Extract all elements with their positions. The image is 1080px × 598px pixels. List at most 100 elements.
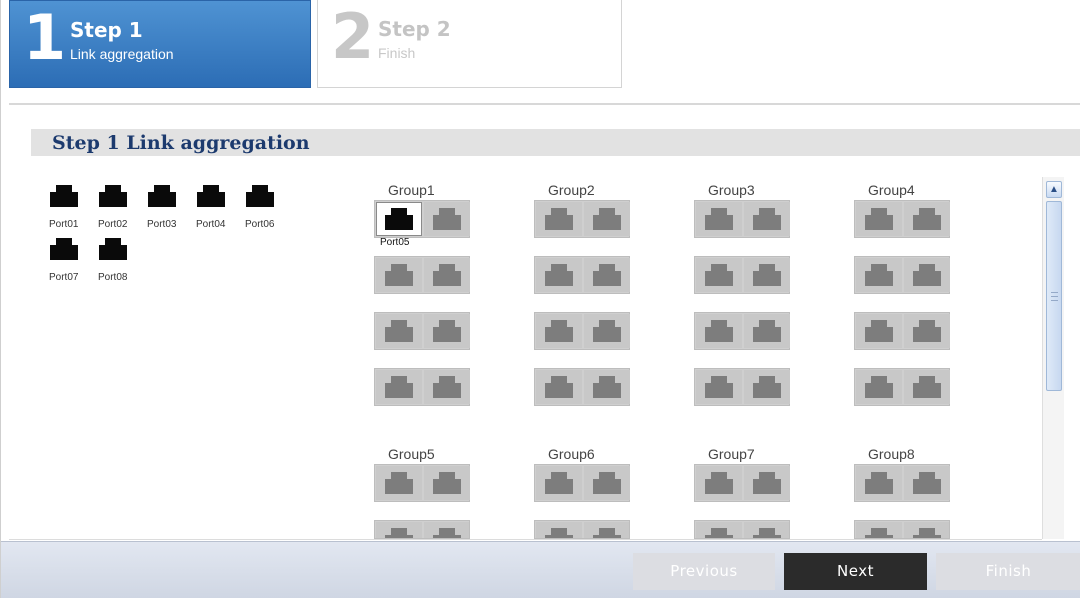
group-slot[interactable] bbox=[534, 368, 630, 406]
group-slot[interactable] bbox=[534, 520, 630, 539]
port-slot[interactable] bbox=[856, 522, 902, 538]
group-slot[interactable] bbox=[374, 256, 470, 294]
group-label: Group5 bbox=[388, 446, 435, 462]
port-slot[interactable] bbox=[424, 370, 470, 404]
group-slot[interactable] bbox=[694, 200, 790, 238]
port-slot[interactable] bbox=[744, 258, 790, 292]
port-slot[interactable] bbox=[536, 314, 582, 348]
port-slot[interactable] bbox=[696, 522, 742, 538]
port-slot[interactable] bbox=[536, 522, 582, 538]
port-slot[interactable] bbox=[584, 314, 630, 348]
group-slot[interactable] bbox=[534, 200, 630, 238]
port-slot[interactable] bbox=[584, 522, 629, 538]
group-slot[interactable] bbox=[854, 312, 950, 350]
group-slot[interactable] bbox=[854, 464, 950, 502]
ethernet-port-icon bbox=[705, 472, 733, 494]
port-slot[interactable] bbox=[904, 202, 950, 236]
port-slot[interactable] bbox=[376, 314, 422, 348]
group-slot[interactable] bbox=[534, 256, 630, 294]
group-slot[interactable] bbox=[694, 256, 790, 294]
ethernet-port-icon bbox=[865, 528, 893, 538]
port-slot[interactable] bbox=[744, 466, 790, 500]
port-slot[interactable] bbox=[536, 466, 582, 500]
port-slot[interactable] bbox=[856, 202, 902, 236]
group-slot[interactable] bbox=[374, 520, 470, 539]
ethernet-port-icon bbox=[545, 208, 573, 230]
group-slot[interactable] bbox=[374, 368, 470, 406]
port-slot[interactable] bbox=[536, 370, 582, 404]
group-label: Group1 bbox=[388, 182, 435, 198]
port-slot[interactable] bbox=[856, 314, 902, 348]
port-slot[interactable] bbox=[376, 466, 422, 500]
ethernet-port-icon bbox=[433, 528, 461, 538]
group-slot[interactable] bbox=[374, 464, 470, 502]
port-slot[interactable] bbox=[376, 202, 422, 236]
port-slot[interactable] bbox=[424, 258, 470, 292]
group-slot[interactable] bbox=[854, 368, 950, 406]
tab-step-1[interactable]: 1 Step 1 Link aggregation bbox=[9, 0, 311, 88]
port-slot[interactable] bbox=[856, 258, 902, 292]
group-label: Group2 bbox=[548, 182, 595, 198]
ethernet-port-icon bbox=[385, 376, 413, 398]
port-slot[interactable] bbox=[584, 258, 630, 292]
ethernet-port-icon bbox=[913, 320, 941, 342]
group-label: Group6 bbox=[548, 446, 595, 462]
port-slot[interactable] bbox=[424, 522, 469, 538]
group-slot[interactable] bbox=[694, 464, 790, 502]
port-slot[interactable] bbox=[536, 258, 582, 292]
group-slot[interactable] bbox=[374, 312, 470, 350]
port-slot[interactable] bbox=[584, 370, 630, 404]
port-slot[interactable] bbox=[904, 522, 949, 538]
ethernet-port-icon bbox=[705, 264, 733, 286]
port-slot[interactable] bbox=[696, 258, 742, 292]
port-slot[interactable] bbox=[584, 466, 630, 500]
port-slot[interactable] bbox=[536, 202, 582, 236]
group-slot[interactable] bbox=[854, 256, 950, 294]
port-slot[interactable] bbox=[904, 258, 950, 292]
port-slot[interactable] bbox=[696, 466, 742, 500]
port-slot[interactable] bbox=[856, 466, 902, 500]
port-slot[interactable] bbox=[904, 466, 950, 500]
group-slot[interactable] bbox=[534, 312, 630, 350]
group-slot[interactable] bbox=[694, 368, 790, 406]
previous-button[interactable]: Previous bbox=[633, 553, 775, 590]
port-slot[interactable] bbox=[584, 202, 630, 236]
port-slot[interactable] bbox=[744, 370, 790, 404]
divider bbox=[9, 539, 1042, 540]
scrollbar[interactable]: ▲ bbox=[1042, 177, 1064, 539]
port-slot[interactable] bbox=[904, 370, 950, 404]
ethernet-port-icon bbox=[545, 264, 573, 286]
port-label: Port08 bbox=[98, 272, 128, 283]
group-slot[interactable] bbox=[374, 200, 470, 238]
group-slot[interactable] bbox=[694, 312, 790, 350]
port-slot[interactable] bbox=[424, 202, 470, 236]
port-slot[interactable] bbox=[744, 202, 790, 236]
finish-button[interactable]: Finish bbox=[936, 553, 1080, 590]
port-slot[interactable] bbox=[376, 258, 422, 292]
port-slot[interactable] bbox=[904, 314, 950, 348]
next-button[interactable]: Next bbox=[784, 553, 927, 590]
port-slot[interactable] bbox=[856, 370, 902, 404]
group-slot[interactable] bbox=[694, 520, 790, 539]
port-slot[interactable] bbox=[424, 466, 470, 500]
group-slot[interactable] bbox=[854, 200, 950, 238]
port-slot[interactable] bbox=[744, 314, 790, 348]
ethernet-port-icon bbox=[705, 376, 733, 398]
port-slot[interactable] bbox=[744, 522, 789, 538]
ethernet-port-icon bbox=[753, 376, 781, 398]
step-subtitle: Finish bbox=[378, 45, 416, 61]
group-slot[interactable] bbox=[854, 520, 950, 539]
group-slot[interactable] bbox=[534, 464, 630, 502]
ethernet-port-icon bbox=[545, 320, 573, 342]
tab-step-2[interactable]: 2 Step 2 Finish bbox=[317, 0, 622, 88]
port-slot[interactable] bbox=[424, 314, 470, 348]
port-slot[interactable] bbox=[696, 202, 742, 236]
scroll-thumb[interactable] bbox=[1046, 201, 1062, 391]
ethernet-port-icon bbox=[913, 264, 941, 286]
port-slot[interactable] bbox=[376, 522, 422, 538]
port-slot[interactable] bbox=[376, 370, 422, 404]
port-slot[interactable] bbox=[696, 314, 742, 348]
port-slot[interactable] bbox=[696, 370, 742, 404]
section-title: Step 1 Link aggregation bbox=[52, 132, 310, 154]
chevron-up-icon[interactable]: ▲ bbox=[1046, 181, 1062, 198]
